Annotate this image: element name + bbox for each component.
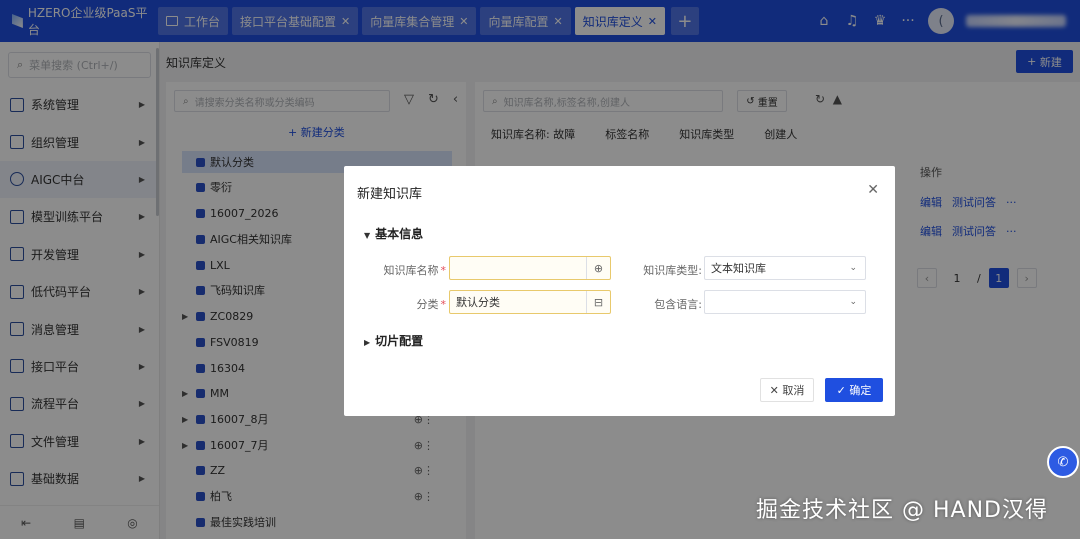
section-chunk-label: 切片配置 (375, 334, 424, 348)
confirm-button[interactable]: ✓ 确定 (825, 378, 883, 402)
type-value: 文本知识库 (711, 262, 766, 275)
watermark: 掘金技术社区 @ HAND汉得 (756, 498, 1048, 523)
dialog-title: 新建知识库 (357, 187, 423, 202)
category-label: 分类 * (416, 298, 447, 311)
new-knowledge-dialog: 新建知识库 ✕ ▼ 基本信息 知识库名称 * ⊕ 分类 * 默认分类 ⊟ 知识库类型:… (344, 166, 895, 416)
close-icon: ✕ (769, 383, 783, 397)
section-basic-info[interactable]: ▼ 基本信息 (364, 225, 423, 242)
knowledge-type-select[interactable]: 文本知识库 ⌄ (704, 256, 866, 280)
language-select[interactable]: ⌄ (704, 290, 866, 314)
category-value: 默认分类 (456, 296, 500, 309)
caret-down-icon: ▼ (364, 231, 371, 240)
chevron-down-icon: ⌄ (849, 263, 857, 273)
knowledge-name-input[interactable]: ⊕ (449, 256, 611, 280)
section-basic-label: 基本信息 (375, 227, 424, 241)
type-label: 知识库类型: (643, 264, 702, 277)
section-chunk-config[interactable]: ▶ 切片配置 (364, 332, 423, 349)
lookup-icon[interactable]: ⊟ (586, 291, 610, 313)
name-label: 知识库名称 * (383, 264, 447, 277)
check-icon: ✓ (836, 383, 850, 397)
chevron-down-icon: ⌄ (849, 297, 857, 307)
language-label: 包含语言: (654, 298, 702, 311)
confirm-label: 确定 (849, 384, 872, 397)
close-icon[interactable]: ✕ (867, 182, 879, 198)
assistant-float-icon[interactable]: ✆ (1047, 446, 1079, 478)
cancel-button[interactable]: ✕ 取消 (760, 378, 814, 402)
caret-right-icon: ▶ (364, 338, 371, 347)
globe-icon[interactable]: ⊕ (586, 257, 610, 279)
cancel-label: 取消 (782, 384, 805, 397)
category-select[interactable]: 默认分类 ⊟ (449, 290, 611, 314)
